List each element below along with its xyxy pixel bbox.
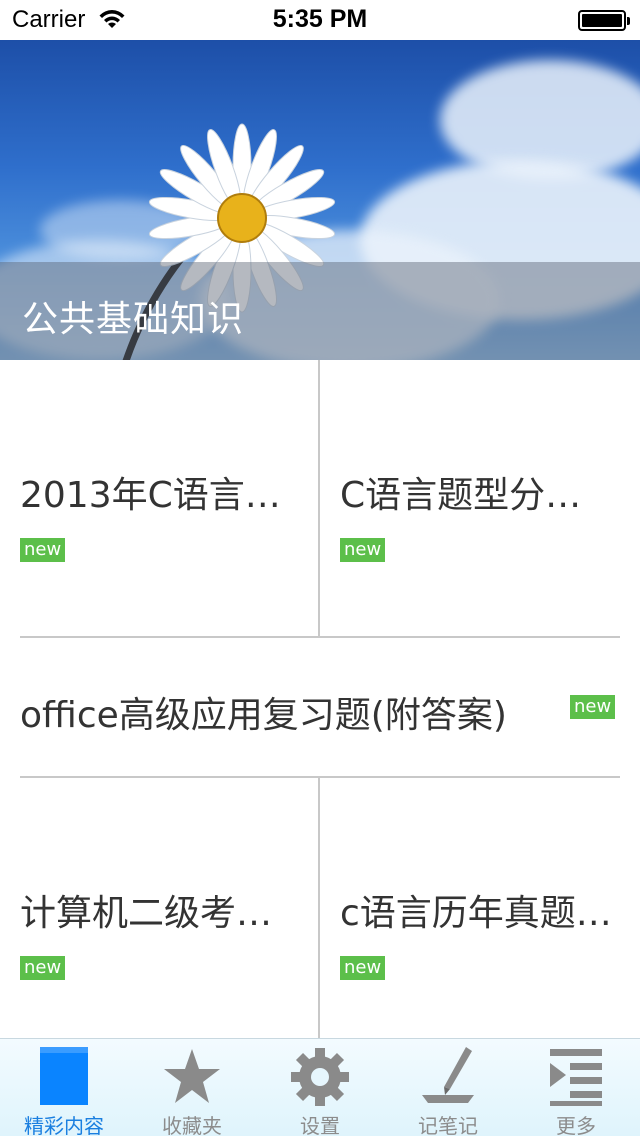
article-tile[interactable]: 2013年C语言… new [0,360,318,636]
tab-label: 更多 [556,1114,596,1136]
article-tile[interactable]: 计算机二级考… new [0,778,318,1038]
new-badge: new [340,956,386,980]
pen-icon [422,1047,474,1103]
battery-icon [578,10,630,31]
article-tile[interactable]: c语言历年真题… new [320,778,640,1038]
article-title: C语言题型分… [340,475,582,516]
article-title: 计算机二级考… [20,893,273,934]
tab-featured[interactable]: 精彩内容 [0,1039,128,1136]
new-badge: new [20,538,66,562]
tab-label: 精彩内容 [24,1114,104,1136]
article-row[interactable]: office高级应用复习题(附答案) new [0,638,640,776]
new-badge: new [20,956,66,980]
tab-favorites[interactable]: 收藏夹 [128,1039,256,1136]
banner-image[interactable]: 公共基础知识 [0,40,640,360]
clock: 5:35 PM [272,5,368,33]
list-icon [550,1049,602,1106]
tab-bar: 精彩内容 收藏夹 设置 记笔记 更多 [0,1038,640,1136]
article-title: office高级应用复习题(附答案) [20,695,507,736]
tab-notes[interactable]: 记笔记 [384,1039,512,1136]
new-badge: new [340,538,386,562]
gear-icon [291,1048,349,1106]
status-bar: Carrier 5:35 PM [0,0,640,40]
new-badge: new [570,695,616,719]
article-title: c语言历年真题… [340,893,612,934]
tab-settings[interactable]: 设置 [256,1039,384,1136]
book-icon [40,1047,88,1105]
star-icon [164,1049,220,1103]
tab-more[interactable]: 更多 [512,1039,640,1136]
article-tile[interactable]: C语言题型分… new [320,360,640,636]
tab-label: 收藏夹 [162,1114,222,1136]
tab-label: 记笔记 [418,1114,478,1136]
banner-title: 公共基础知识 [22,299,245,340]
article-title: 2013年C语言… [20,475,281,516]
tab-label: 设置 [300,1114,340,1136]
